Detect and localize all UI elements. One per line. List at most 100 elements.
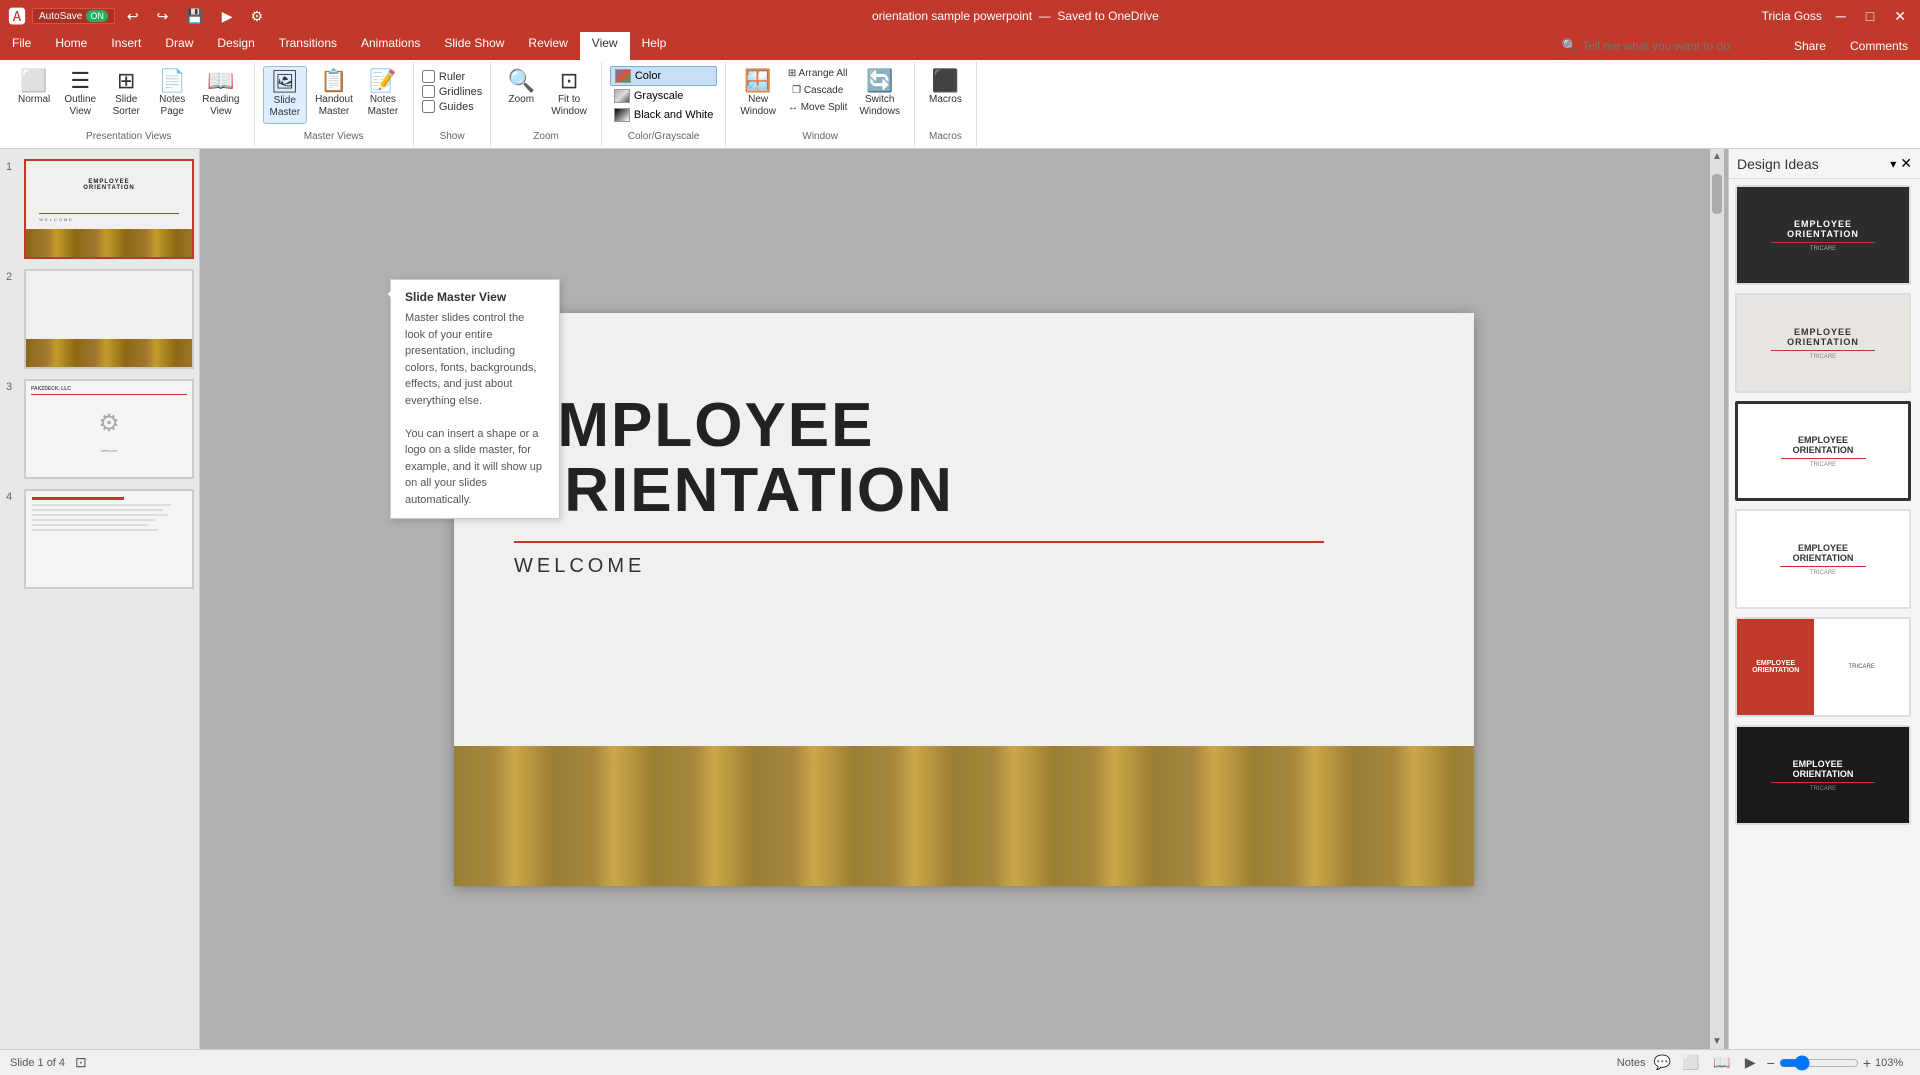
gridlines-checkbox[interactable]: Gridlines bbox=[422, 85, 482, 98]
slide-sorter-button[interactable]: ⊞ SlideSorter bbox=[104, 66, 148, 122]
view-normal-button[interactable]: ⬜ bbox=[1679, 1054, 1702, 1071]
notes-page-button[interactable]: 📄 NotesPage bbox=[150, 66, 194, 122]
color-option-color[interactable]: Color bbox=[610, 66, 717, 86]
switch-windows-button[interactable]: 🔄 SwitchWindows bbox=[853, 66, 906, 122]
comments-button[interactable]: Comments bbox=[1838, 32, 1920, 60]
fit-to-window-icon: ⊡ bbox=[560, 70, 578, 92]
tab-help[interactable]: Help bbox=[630, 32, 679, 60]
normal-view-button[interactable]: ⬜ Normal bbox=[12, 66, 56, 110]
zoom-slider[interactable] bbox=[1779, 1055, 1859, 1071]
reading-view-button[interactable]: 📖 ReadingView bbox=[196, 66, 245, 122]
color-option-grayscale[interactable]: Grayscale bbox=[610, 87, 717, 105]
show-checkboxes: Ruler Gridlines Guides bbox=[422, 66, 482, 117]
move-split-button[interactable]: ↔ Move Split bbox=[784, 100, 852, 115]
zoom-button[interactable]: 🔍 Zoom bbox=[499, 66, 543, 109]
app-logo-icon: 🅰 bbox=[8, 3, 26, 29]
handout-master-button[interactable]: 📋 HandoutMaster bbox=[309, 66, 359, 122]
color-options: Color Grayscale Black and White bbox=[610, 66, 717, 124]
slide-thumb-3[interactable]: 3 PAKZDECK, LLC ⚙ Welcome bbox=[4, 377, 195, 481]
arrange-all-button[interactable]: ⊞ Arrange All bbox=[784, 66, 852, 81]
tab-animations[interactable]: Animations bbox=[349, 32, 432, 60]
zoom-out-button[interactable]: − bbox=[1767, 1055, 1775, 1071]
slide-thumb-2[interactable]: 2 bbox=[4, 267, 195, 371]
switch-windows-icon: 🔄 bbox=[866, 70, 893, 92]
macros-icon: ⬛ bbox=[932, 70, 959, 92]
editor-vscrollbar[interactable]: ▲ ▼ bbox=[1710, 149, 1724, 1049]
ruler-checkbox[interactable]: Ruler bbox=[422, 70, 482, 83]
notes-master-button[interactable]: 📝 NotesMaster bbox=[361, 66, 405, 122]
tab-review[interactable]: Review bbox=[516, 32, 579, 60]
status-bar-left: Slide 1 of 4 ⊡ bbox=[10, 1054, 87, 1071]
slide-img-4 bbox=[24, 489, 194, 589]
search-input[interactable] bbox=[1582, 39, 1762, 53]
close-button[interactable]: ✕ bbox=[1888, 6, 1912, 27]
tab-insert[interactable]: Insert bbox=[99, 32, 153, 60]
tab-view[interactable]: View bbox=[580, 32, 630, 60]
minimize-button[interactable]: ─ bbox=[1830, 6, 1852, 26]
design-idea-4[interactable]: EMPLOYEEORIENTATION TRICARE bbox=[1735, 509, 1911, 609]
customize-button[interactable]: ⚙ bbox=[245, 6, 270, 27]
title-bar: 🅰 AutoSave ON ↩ ↪ 💾 ▶ ⚙ orientation samp… bbox=[0, 0, 1920, 32]
present-button[interactable]: ▶ bbox=[216, 6, 239, 27]
tab-draw[interactable]: Draw bbox=[153, 32, 205, 60]
design-panel-header: Design Ideas ▾ ✕ bbox=[1729, 149, 1920, 179]
user-name: Tricia Goss bbox=[1762, 9, 1822, 23]
scroll-thumb[interactable] bbox=[1712, 174, 1722, 214]
slide-thumb-1[interactable]: 1 EMPLOYEEORIENTATION WELCOME bbox=[4, 157, 195, 261]
color-option-black-white[interactable]: Black and White bbox=[610, 106, 717, 124]
slide-master-tooltip: Slide Master View Master slides control … bbox=[390, 279, 560, 519]
new-window-button[interactable]: 🪟 NewWindow bbox=[734, 66, 782, 122]
tab-home[interactable]: Home bbox=[43, 32, 99, 60]
design-panel-close-button[interactable]: ✕ bbox=[1900, 155, 1912, 172]
tooltip-title: Slide Master View bbox=[405, 290, 545, 304]
tab-transitions[interactable]: Transitions bbox=[267, 32, 349, 60]
slide-sorter-icon: ⊞ bbox=[117, 70, 135, 92]
slide-subtitle: WELCOME bbox=[514, 555, 1414, 578]
design-panel-dropdown-icon[interactable]: ▾ bbox=[1890, 157, 1896, 171]
file-title: orientation sample powerpoint — Saved to… bbox=[872, 9, 1159, 23]
save-button[interactable]: 💾 bbox=[180, 6, 209, 27]
undo-button[interactable]: ↩ bbox=[121, 6, 145, 27]
scroll-down-arrow[interactable]: ▼ bbox=[1710, 1034, 1724, 1049]
macros-button[interactable]: ⬛ Macros bbox=[923, 66, 968, 109]
slide-master-button[interactable]: 🖼 SlideMaster bbox=[263, 66, 308, 124]
slide-thumb-4[interactable]: 4 bbox=[4, 487, 195, 591]
guides-checkbox[interactable]: Guides bbox=[422, 100, 482, 113]
ribbon-group-zoom: 🔍 Zoom ⊡ Fit toWindow Zoom bbox=[491, 62, 602, 146]
group-label-window: Window bbox=[802, 127, 838, 142]
slide-panel: 1 EMPLOYEEORIENTATION WELCOME 2 3 bbox=[0, 149, 200, 1049]
tooltip-body: Master slides control the look of your e… bbox=[405, 310, 545, 508]
status-bar-right: Notes 💬 ⬜ 📖 ▶ − + 103% bbox=[1617, 1054, 1910, 1071]
autosave-label: AutoSave bbox=[39, 11, 82, 22]
zoom-level[interactable]: 103% bbox=[1875, 1057, 1910, 1069]
design-idea-5[interactable]: EMPLOYEEORIENTATION TRICARE bbox=[1735, 617, 1911, 717]
redo-button[interactable]: ↪ bbox=[151, 6, 175, 27]
slide-content-area: EMPLOYEEORIENTATION WELCOME bbox=[514, 393, 1414, 578]
tab-file[interactable]: File bbox=[0, 32, 43, 60]
tab-slideshow[interactable]: Slide Show bbox=[432, 32, 516, 60]
slide-count-icon: ⊡ bbox=[75, 1054, 87, 1071]
tab-design[interactable]: Design bbox=[205, 32, 266, 60]
view-slideshow-button[interactable]: ▶ bbox=[1742, 1054, 1759, 1071]
design-panel-title: Design Ideas bbox=[1737, 156, 1819, 172]
notes-label[interactable]: Notes bbox=[1617, 1057, 1646, 1069]
group-label-zoom: Zoom bbox=[533, 127, 559, 142]
design-idea-2[interactable]: EMPLOYEEORIENTATION TRICARE bbox=[1735, 293, 1911, 393]
view-reading-button[interactable]: 📖 bbox=[1710, 1054, 1733, 1071]
outline-view-button[interactable]: ☰ OutlineView bbox=[58, 66, 102, 122]
ribbon-group-master-views: 🖼 SlideMaster 📋 HandoutMaster 📝 NotesMas… bbox=[255, 62, 414, 146]
autosave-toggle[interactable]: ON bbox=[86, 10, 108, 22]
share-button[interactable]: Share bbox=[1782, 32, 1838, 60]
cascade-button[interactable]: ❐ Cascade bbox=[784, 83, 852, 98]
design-idea-3[interactable]: EMPLOYEEORIENTATION TRICARE bbox=[1735, 401, 1911, 501]
scroll-up-arrow[interactable]: ▲ bbox=[1710, 149, 1724, 164]
design-idea-1[interactable]: EMPLOYEEORIENTATION TRICARE bbox=[1735, 185, 1911, 285]
zoom-in-button[interactable]: + bbox=[1863, 1055, 1871, 1071]
color-swatch bbox=[615, 69, 631, 83]
zoom-control: − + 103% bbox=[1767, 1055, 1910, 1071]
slide-master-icon: 🖼 bbox=[271, 71, 299, 93]
ribbon: File Home Insert Draw Design Transitions… bbox=[0, 32, 1920, 149]
fit-to-window-button[interactable]: ⊡ Fit toWindow bbox=[545, 66, 593, 122]
maximize-button[interactable]: □ bbox=[1860, 6, 1880, 26]
design-idea-6[interactable]: EMPLOYEEORIENTATION TRICARE bbox=[1735, 725, 1911, 825]
